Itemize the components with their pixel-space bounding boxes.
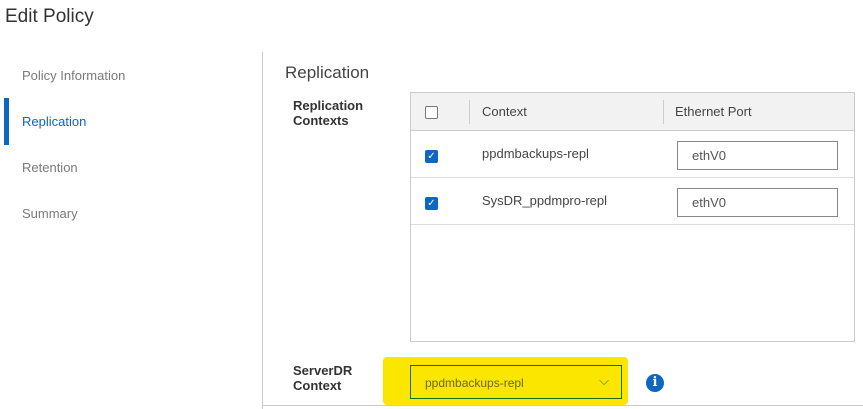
info-icon[interactable]: i xyxy=(646,374,664,392)
table-row: ✓ ppdmbackups-repl ethV0 xyxy=(411,131,854,178)
sidebar-item-summary[interactable]: Summary xyxy=(22,206,78,221)
ethernet-port-input[interactable]: ethV0 xyxy=(677,141,838,170)
active-indicator xyxy=(4,98,9,145)
divider xyxy=(262,52,263,409)
ethernet-port-input[interactable]: ethV0 xyxy=(677,188,838,217)
context-name: ppdmbackups-repl xyxy=(482,146,589,161)
selected-value: ppdmbackups-repl xyxy=(425,376,524,390)
select-all-checkbox[interactable] xyxy=(425,106,438,119)
table-row: ✓ SysDR_ppdmpro-repl ethV0 xyxy=(411,178,854,225)
sidebar-item-policy-information[interactable]: Policy Information xyxy=(22,68,125,83)
column-separator xyxy=(663,100,664,124)
replication-contexts-label: Replication Contexts xyxy=(293,98,364,128)
column-separator xyxy=(469,100,470,124)
serverdr-context-label: ServerDR Context xyxy=(293,363,353,393)
section-title: Replication xyxy=(285,63,370,82)
column-header-ethernet-port: Ethernet Port xyxy=(675,104,752,119)
table-header: Context Ethernet Port xyxy=(411,93,854,131)
column-header-context: Context xyxy=(482,104,527,119)
sidebar-item-replication[interactable]: Replication xyxy=(22,114,86,129)
row-checkbox[interactable]: ✓ xyxy=(425,150,438,163)
contexts-table: Context Ethernet Port ✓ ppdmbackups-repl… xyxy=(410,92,855,342)
chevron-down-icon: ⌵ xyxy=(599,373,609,388)
sidebar-item-retention[interactable]: Retention xyxy=(22,160,78,175)
page-title: Edit Policy xyxy=(5,6,94,27)
serverdr-context-select[interactable]: ppdmbackups-repl ⌵ xyxy=(410,365,622,399)
row-checkbox[interactable]: ✓ xyxy=(425,197,438,210)
context-name: SysDR_ppdmpro-repl xyxy=(482,193,607,208)
divider xyxy=(262,405,863,406)
